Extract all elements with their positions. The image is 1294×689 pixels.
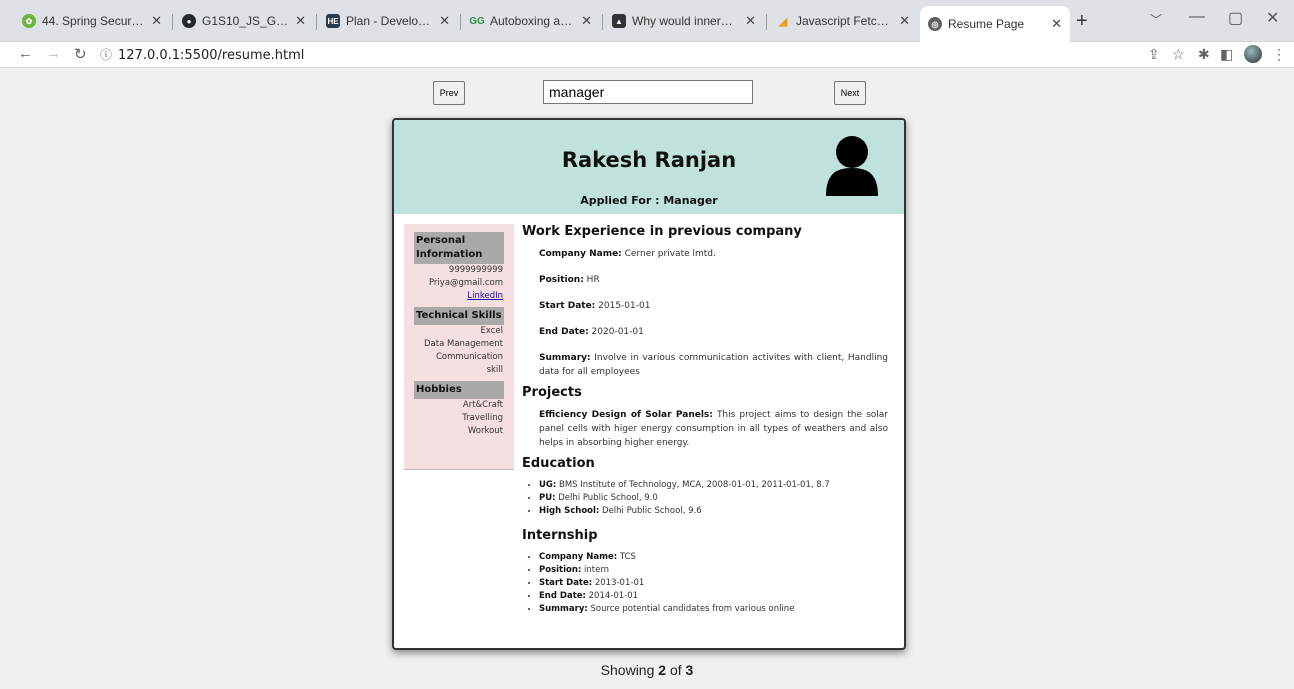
resume-sidebar: Personal Information 9999999999 Priya@gm… [404,224,514,470]
work-experience-title: Work Experience in previous company [522,224,802,239]
list-item: Company Name: TCS [539,551,888,564]
list-item: Summary: Source potential candidates fro… [539,603,888,616]
work-company: Company Name: Cerner private lmtd. [539,249,716,259]
url-text: 127.0.0.1:5500/resume.html [118,48,305,63]
reload-icon[interactable]: ↻ [74,45,87,63]
tab-title: Autoboxing and Unbo [490,14,575,28]
profile-avatar[interactable] [1244,45,1262,63]
tab-plan-developer[interactable]: HE Plan - Developer Skill ✕ [318,6,458,36]
prev-button[interactable]: Prev [433,81,465,105]
work-start-date: Start Date: 2015-01-01 [539,301,651,311]
list-item: Position: intern [539,564,888,577]
close-icon[interactable]: ✕ [151,13,162,29]
list-item: PU: Delhi Public School, 9.0 [539,492,888,505]
new-tab-plus-icon[interactable]: + [1076,10,1088,33]
internship-list: Company Name: TCS Position: intern Start… [522,551,888,616]
work-position: Position: HR [539,275,600,285]
extensions-icon[interactable]: ✱ [1198,46,1210,63]
tab-spring-security[interactable]: ✿ 44. Spring Security FA ✕ [14,6,170,36]
phone-number: 9999999999 [448,265,503,275]
tab-title: Plan - Developer Skill [346,14,434,28]
github-icon: ● [182,14,196,28]
resume-header: Rakesh Ranjan Applied For : Manager [394,120,904,214]
browser-toolbar: ← → ↻ ⓘ 127.0.0.1:5500/resume.html ⇪ ☆ ✱ … [0,42,1294,68]
hobbies-heading: Hobbies [414,381,504,399]
tab-fetch-api[interactable]: ◢ Javascript Fetch API - ✕ [768,6,918,36]
forward-arrow-icon[interactable]: → [46,45,61,62]
tab-strip: ✿ 44. Spring Security FA ✕ ● G1S10_JS_Gr… [0,0,1294,42]
skill-item: Excel [480,326,503,336]
skill-item: Communication [436,352,503,362]
tab-search-chevron-icon[interactable]: ﹀ [1150,11,1162,28]
tab-title: Why would innerHTM [632,14,740,28]
list-item: Start Date: 2013-01-01 [539,577,888,590]
gfg-icon: GG [469,15,485,27]
skill-item: Data Management [424,339,503,349]
personal-info-heading: Personal Information [414,232,504,264]
resume-card: Rakesh Ranjan Applied For : Manager Pers… [392,118,906,650]
work-end-date: End Date: 2020-01-01 [539,327,644,337]
list-item: UG: BMS Institute of Technology, MCA, 20… [539,479,888,492]
close-icon[interactable]: ✕ [899,13,910,29]
list-item: High School: Delhi Public School, 9.6 [539,505,888,518]
close-icon[interactable]: ✕ [745,13,756,29]
education-list: UG: BMS Institute of Technology, MCA, 20… [522,479,888,518]
tab-autoboxing[interactable]: GG Autoboxing and Unbo ✕ [462,6,600,36]
globe-icon: ◎ [928,17,942,31]
pagination-status: Showing 2 of 3 [600,662,694,678]
tab-resume-page[interactable]: ◎ Resume Page ✕ [920,6,1070,42]
javatpoint-icon: ◢ [778,15,788,28]
close-icon[interactable]: ✕ [295,13,306,29]
work-summary: Summary: Involve in various communicatio… [539,353,888,377]
tab-title: Resume Page [948,17,1025,31]
search-input[interactable] [543,80,753,104]
technical-skills-heading: Technical Skills [414,307,504,325]
next-button[interactable]: Next [834,81,866,105]
minimize-icon[interactable]: — [1189,8,1205,26]
total-pages: 3 [685,662,694,678]
restore-icon[interactable]: ▢ [1228,8,1243,28]
close-window-icon[interactable]: ✕ [1266,8,1279,28]
projects-title: Projects [522,385,582,400]
linkedin-link[interactable]: LinkedIn [467,291,503,301]
close-icon[interactable]: ✕ [581,13,592,29]
skill-item: skill [486,365,503,375]
star-icon[interactable]: ☆ [1172,46,1185,63]
share-icon[interactable]: ⇪ [1148,46,1160,63]
info-icon[interactable]: ⓘ [100,48,112,62]
hobby-item: Travelling [462,413,503,423]
tab-title: Javascript Fetch API - [796,14,893,28]
email-address: Priya@gmail.com [428,278,503,288]
hackerearth-icon: HE [326,14,340,28]
close-icon[interactable]: ✕ [1051,16,1062,32]
menu-kebab-icon[interactable]: ⋮ [1272,46,1286,63]
tab-title: G1S10_JS_GradedProj [202,14,289,28]
hobby-item: Art&Craft [462,400,503,410]
list-item: End Date: 2014-01-01 [539,590,888,603]
resume-main: Work Experience in previous company Comp… [522,218,888,622]
spring-icon: ✿ [22,14,36,28]
tab-innerhtml[interactable]: ▲ Why would innerHTM ✕ [604,6,764,36]
internship-title: Internship [522,528,598,543]
stackoverflow-icon: ▲ [612,14,626,28]
page-content: Prev Next Rakesh Ranjan Applied For : Ma… [0,68,1294,689]
tab-github[interactable]: ● G1S10_JS_GradedProj ✕ [174,6,314,36]
education-title: Education [522,456,595,471]
hobby-item: Workout [467,426,503,436]
address-bar[interactable]: ⓘ 127.0.0.1:5500/resume.html [100,46,304,63]
user-avatar-icon [826,136,878,196]
close-icon[interactable]: ✕ [439,13,450,29]
back-arrow-icon[interactable]: ← [18,45,33,62]
project-item: Efficiency Design of Solar Panels: This … [539,410,888,448]
current-page: 2 [658,662,667,678]
sidepanel-icon[interactable]: ◧ [1220,46,1233,63]
tab-title: 44. Spring Security FA [42,14,145,28]
